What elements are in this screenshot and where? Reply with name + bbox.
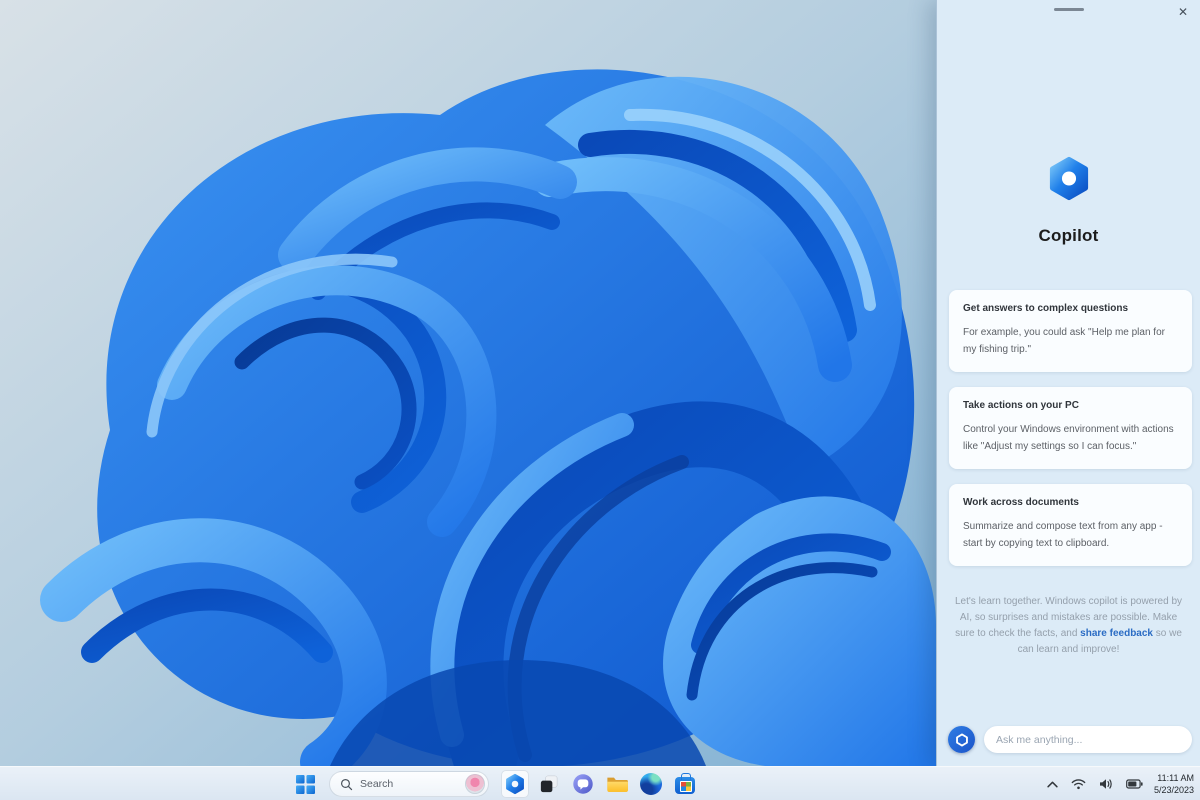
card-title: Get answers to complex questions (963, 303, 1178, 314)
taskbar-file-explorer-button[interactable] (603, 770, 631, 798)
disclaimer-text: Let's learn together. Windows copilot is… (953, 594, 1184, 658)
taskbar: Search (0, 766, 1200, 800)
bloom-wallpaper-image (0, 0, 936, 766)
tray-date: 5/23/2023 (1154, 784, 1194, 796)
taskbar-task-view-button[interactable] (535, 770, 563, 798)
copilot-logo-icon (1045, 155, 1092, 202)
suggestion-card-questions: Get answers to complex questions For exa… (949, 290, 1192, 372)
tray-chevron-up-icon[interactable] (1045, 779, 1060, 790)
suggestion-cards: Get answers to complex questions For exa… (949, 290, 1192, 566)
copilot-panel: ✕ Copilot Get answers to complex questio… (936, 0, 1200, 766)
card-title: Work across documents (963, 497, 1178, 508)
search-highlight-image[interactable] (465, 774, 485, 794)
drag-handle[interactable] (1054, 8, 1084, 11)
share-feedback-link[interactable]: share feedback (1080, 628, 1153, 639)
system-tray: 11:11 AM 5/23/2023 (1045, 767, 1194, 800)
suggestion-card-documents: Work across documents Summarize and comp… (949, 484, 1192, 566)
chat-icon (572, 773, 594, 795)
file-explorer-icon (606, 773, 628, 795)
windows-desktop-screen: ✕ Copilot Get answers to complex questio… (0, 0, 1200, 800)
tray-clock[interactable]: 11:11 AM 5/23/2023 (1154, 772, 1194, 796)
copilot-title: Copilot (937, 226, 1200, 246)
card-title: Take actions on your PC (963, 400, 1178, 411)
suggestion-card-actions: Take actions on your PC Control your Win… (949, 387, 1192, 469)
volume-icon[interactable] (1097, 776, 1115, 792)
copilot-input-row (948, 726, 1192, 753)
close-icon[interactable]: ✕ (1174, 2, 1192, 22)
taskbar-center-group: Search (291, 767, 699, 800)
taskbar-chat-button[interactable] (569, 770, 597, 798)
search-icon (340, 778, 353, 791)
card-body: For example, you could ask "Help me plan… (963, 325, 1178, 358)
edge-icon (640, 773, 662, 795)
search-box[interactable]: Search (329, 771, 489, 797)
desktop-wallpaper[interactable] (0, 0, 936, 766)
search-label: Search (360, 778, 458, 790)
copilot-icon (504, 773, 526, 795)
copilot-badge-icon[interactable] (948, 726, 975, 753)
task-view-icon (538, 773, 560, 795)
wifi-icon[interactable] (1069, 776, 1088, 792)
windows-logo-icon (296, 775, 315, 794)
start-button[interactable] (291, 770, 319, 798)
card-body: Control your Windows environment with ac… (963, 422, 1178, 455)
microsoft-store-icon (675, 777, 695, 794)
tray-time: 11:11 AM (1154, 772, 1194, 784)
card-body: Summarize and compose text from any app … (963, 519, 1178, 552)
taskbar-copilot-button[interactable] (501, 770, 529, 798)
taskbar-store-button[interactable] (671, 770, 699, 798)
ask-input[interactable] (984, 726, 1192, 753)
battery-icon[interactable] (1124, 777, 1145, 791)
taskbar-edge-button[interactable] (637, 770, 665, 798)
